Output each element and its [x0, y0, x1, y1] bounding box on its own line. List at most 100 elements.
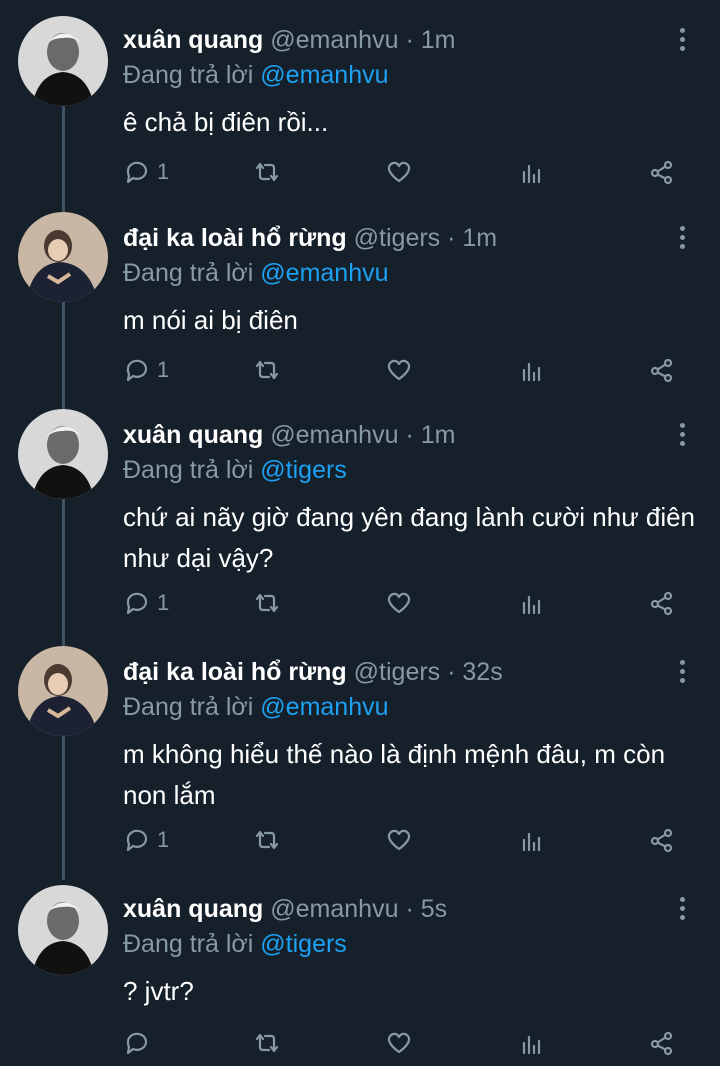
separator: ·: [447, 224, 456, 252]
user-handle[interactable]: @emanhvu: [270, 895, 398, 923]
tweet-text: ê chả bị điên rồi...: [123, 107, 329, 137]
tweet-text: chứ ai nãy giờ đang yên đang lành cười n…: [123, 502, 696, 573]
reply-to-link[interactable]: @emanhvu: [260, 259, 388, 287]
retweet-icon: [255, 162, 279, 182]
separator: ·: [405, 895, 414, 923]
person-avatar-icon: [18, 212, 108, 302]
retweet-button[interactable]: [253, 820, 281, 860]
share-button[interactable]: [648, 583, 676, 623]
separator: ·: [447, 658, 456, 686]
reply-prefix: Đang trả lời: [123, 61, 254, 89]
display-name[interactable]: xuân quang: [123, 421, 263, 449]
timestamp[interactable]: 1m: [421, 26, 456, 54]
reply-to-link[interactable]: @emanhvu: [260, 61, 388, 89]
user-handle[interactable]: @emanhvu: [270, 26, 398, 54]
like-icon: [387, 592, 411, 614]
reply-count: 1: [157, 159, 170, 184]
reply-icon: [126, 1032, 148, 1055]
share-icon: [650, 358, 673, 383]
more-icon[interactable]: [672, 222, 692, 258]
reply-prefix: Đang trả lời: [123, 930, 254, 958]
reply-count: 1: [157, 590, 170, 615]
reply-icon: [126, 359, 148, 382]
person-avatar-icon: [18, 409, 108, 499]
stats-icon: [522, 832, 541, 852]
user-handle[interactable]: @tigers: [354, 224, 441, 252]
reply-button[interactable]: [123, 1023, 157, 1063]
stats-icon: [522, 595, 541, 615]
tweet-text: m nói ai bị điên: [123, 305, 298, 335]
like-icon: [387, 359, 411, 381]
reply-prefix: Đang trả lời: [123, 259, 254, 287]
user-handle[interactable]: @emanhvu: [270, 421, 398, 449]
avatar[interactable]: [18, 16, 108, 106]
reply-to-link[interactable]: @emanhvu: [260, 693, 388, 721]
stats-icon: [522, 1035, 541, 1055]
reply-icon: [126, 829, 148, 852]
share-button[interactable]: [648, 350, 676, 390]
like-button[interactable]: [385, 820, 413, 860]
reply-count: 1: [157, 827, 170, 852]
more-icon[interactable]: [672, 656, 692, 692]
timestamp[interactable]: 1m: [462, 224, 497, 252]
reply-thread: xuân quang @emanhvu · 1m Đang trả lời @e…: [0, 0, 720, 1066]
timestamp[interactable]: 5s: [421, 895, 447, 923]
avatar[interactable]: [18, 212, 108, 302]
more-icon[interactable]: [672, 24, 692, 60]
retweet-icon: [255, 1033, 279, 1053]
stats-button[interactable]: [518, 1023, 546, 1063]
separator: ·: [405, 26, 414, 54]
like-icon: [387, 161, 411, 183]
display-name[interactable]: đại ka loài hổ rừng: [123, 658, 347, 686]
stats-button[interactable]: [518, 820, 546, 860]
stats-button[interactable]: [518, 152, 546, 192]
like-button[interactable]: [385, 350, 413, 390]
reply-to-link[interactable]: @tigers: [260, 930, 347, 958]
more-icon[interactable]: [672, 893, 692, 929]
user-handle[interactable]: @tigers: [354, 658, 441, 686]
person-avatar-icon: [18, 885, 108, 975]
reply-icon: [126, 161, 148, 184]
share-icon: [650, 160, 673, 185]
stats-icon: [522, 362, 541, 382]
reply-count: 1: [157, 357, 170, 382]
stats-icon: [522, 164, 541, 184]
avatar[interactable]: [18, 646, 108, 736]
reply-button[interactable]: 1: [123, 350, 169, 390]
reply-button[interactable]: 1: [123, 820, 169, 860]
reply-button[interactable]: 1: [123, 583, 169, 623]
share-button[interactable]: [648, 820, 676, 860]
reply-button[interactable]: 1: [123, 152, 169, 192]
share-button[interactable]: [648, 152, 676, 192]
timestamp[interactable]: 32s: [462, 658, 502, 686]
share-icon: [650, 591, 673, 616]
display-name[interactable]: xuân quang: [123, 895, 263, 923]
avatar[interactable]: [18, 885, 108, 975]
share-button[interactable]: [648, 1023, 676, 1063]
stats-button[interactable]: [518, 350, 546, 390]
reply-prefix: Đang trả lời: [123, 693, 254, 721]
retweet-icon: [255, 830, 279, 850]
reply-prefix: Đang trả lời: [123, 456, 254, 484]
display-name[interactable]: xuân quang: [123, 26, 263, 54]
like-button[interactable]: [385, 152, 413, 192]
like-button[interactable]: [385, 583, 413, 623]
like-button[interactable]: [385, 1023, 413, 1063]
reply-to-link[interactable]: @tigers: [260, 456, 347, 484]
more-icon[interactable]: [672, 419, 692, 455]
retweet-button[interactable]: [253, 350, 281, 390]
tweet-text: m không hiểu thế nào là định mệnh đâu, m…: [123, 739, 666, 810]
tweet-text: ? jvtr?: [123, 976, 194, 1006]
person-avatar-icon: [18, 16, 108, 106]
separator: ·: [405, 421, 414, 449]
share-icon: [650, 828, 673, 853]
retweet-button[interactable]: [253, 1023, 281, 1063]
display-name[interactable]: đại ka loài hổ rừng: [123, 224, 347, 252]
retweet-button[interactable]: [253, 152, 281, 192]
avatar[interactable]: [18, 409, 108, 499]
like-icon: [387, 829, 411, 851]
stats-button[interactable]: [518, 583, 546, 623]
retweet-button[interactable]: [253, 583, 281, 623]
timestamp[interactable]: 1m: [421, 421, 456, 449]
retweet-icon: [255, 360, 279, 380]
